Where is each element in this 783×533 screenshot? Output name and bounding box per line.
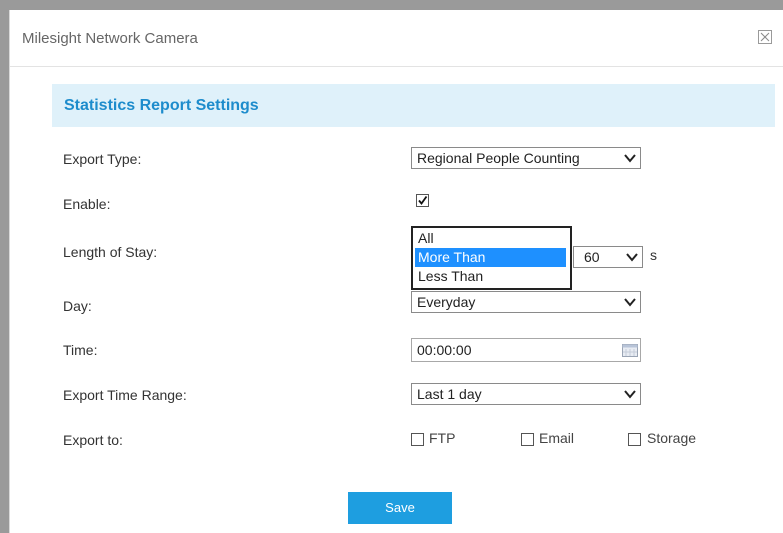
day-value: Everyday (417, 294, 476, 310)
section-header: Statistics Report Settings (52, 84, 775, 127)
storage-checkbox[interactable] (628, 433, 641, 446)
time-input[interactable]: 00:00:00 (411, 338, 641, 362)
calendar-icon[interactable] (622, 344, 638, 357)
email-label: Email (539, 430, 575, 446)
export-time-range-label: Export Time Range: (63, 387, 187, 403)
chevron-down-icon (624, 298, 636, 307)
dropdown-option-more-than[interactable]: More Than (415, 248, 566, 267)
seconds-unit: s (650, 247, 657, 263)
export-to-label: Export to: (63, 432, 123, 448)
length-of-stay-dropdown[interactable]: All More Than Less Than (411, 226, 572, 290)
export-type-select[interactable]: Regional People Counting (411, 147, 641, 169)
window-frame: Milesight Network Camera Statistics Repo… (0, 0, 783, 533)
dialog-title: Milesight Network Camera (22, 30, 198, 47)
enable-label: Enable: (63, 196, 111, 212)
time-value: 00:00:00 (417, 342, 472, 358)
length-of-stay-label: Length of Stay: (63, 244, 158, 260)
chevron-down-icon (626, 253, 638, 262)
enable-checkbox[interactable] (416, 194, 429, 207)
stay-seconds-select[interactable]: 60 (573, 246, 643, 268)
frame-top-border (0, 0, 783, 10)
day-label: Day: (63, 298, 92, 314)
save-button[interactable]: Save (348, 492, 452, 524)
close-icon (760, 32, 770, 42)
email-checkbox[interactable] (521, 433, 534, 446)
chevron-down-icon (624, 154, 636, 163)
time-label: Time: (63, 342, 98, 358)
frame-left-border (0, 0, 9, 533)
storage-label: Storage (647, 430, 697, 446)
dropdown-option-all[interactable]: All (415, 229, 566, 248)
ftp-checkbox[interactable] (411, 433, 424, 446)
dropdown-option-less-than[interactable]: Less Than (415, 267, 566, 286)
close-button[interactable] (758, 30, 772, 44)
section-title: Statistics Report Settings (64, 97, 259, 114)
chevron-down-icon (624, 390, 636, 399)
dialog-titlebar: Milesight Network Camera (10, 10, 783, 67)
day-select[interactable]: Everyday (411, 291, 641, 313)
export-time-range-value: Last 1 day (417, 386, 482, 402)
export-type-value: Regional People Counting (417, 150, 580, 166)
settings-dialog: Milesight Network Camera Statistics Repo… (9, 10, 783, 533)
stay-seconds-value: 60 (584, 249, 600, 265)
export-time-range-select[interactable]: Last 1 day (411, 383, 641, 405)
ftp-label: FTP (429, 430, 456, 446)
export-type-label: Export Type: (63, 151, 142, 167)
checkmark-icon (418, 195, 428, 205)
